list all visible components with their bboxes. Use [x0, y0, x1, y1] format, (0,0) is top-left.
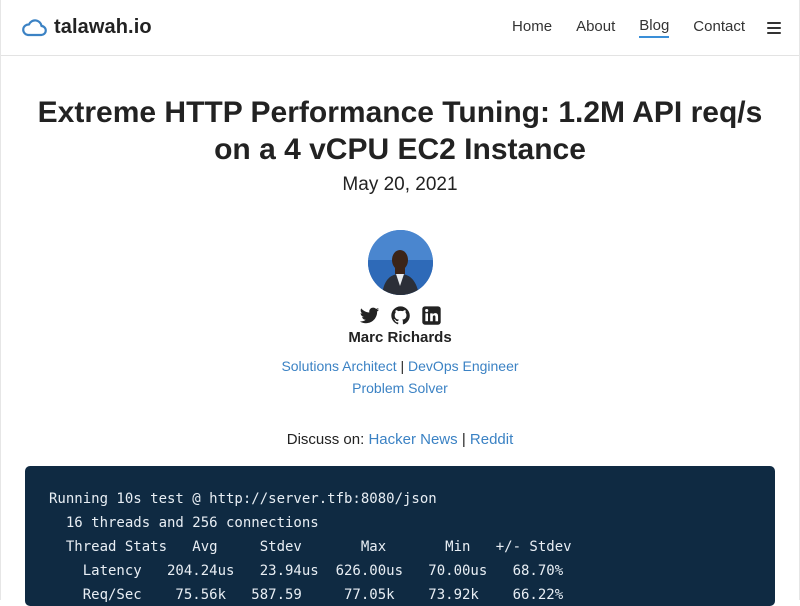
author-avatar: [367, 230, 433, 295]
role-devops-engineer[interactable]: DevOps Engineer: [408, 358, 519, 374]
github-icon[interactable]: [390, 305, 411, 326]
code-line: 16 threads and 256 connections: [49, 515, 319, 531]
code-line: Latency 204.24us 23.94us 626.00us 70.00u…: [49, 563, 564, 579]
discuss-label: Discuss on:: [286, 431, 365, 448]
discuss-line: Discuss on: Hacker News | Reddit: [1, 431, 799, 448]
site-header: talawah.io Home About Blog Contact: [1, 0, 799, 56]
code-block: Running 10s test @ http://server.tfb:808…: [25, 466, 775, 606]
role-problem-solver[interactable]: Problem Solver: [352, 380, 448, 396]
author-name: Marc Richards: [348, 329, 452, 346]
nav-contact[interactable]: Contact: [693, 18, 745, 37]
twitter-icon[interactable]: [359, 305, 380, 326]
role-solutions-architect[interactable]: Solutions Architect: [281, 358, 396, 374]
role-separator: |: [400, 358, 405, 374]
code-output: Running 10s test @ http://server.tfb:808…: [49, 487, 751, 606]
hamburger-menu-icon[interactable]: [767, 21, 781, 34]
author-roles: Solutions Architect | DevOps Engineer Pr…: [1, 355, 799, 399]
brand-name: talawah.io: [54, 16, 152, 38]
hacker-news-link[interactable]: Hacker News: [368, 431, 457, 448]
nav-home[interactable]: Home: [512, 18, 552, 37]
linkedin-icon[interactable]: [421, 305, 442, 326]
discuss-separator: |: [461, 431, 466, 448]
brand-link[interactable]: talawah.io: [21, 16, 152, 39]
post-main: Extreme HTTP Performance Tuning: 1.2M AP…: [1, 94, 799, 606]
reddit-link[interactable]: Reddit: [470, 431, 513, 448]
nav-about[interactable]: About: [576, 18, 615, 37]
post-date: May 20, 2021: [342, 174, 458, 195]
code-line: Thread Stats Avg Stdev Max Min +/- Stdev: [49, 539, 572, 555]
main-nav: Home About Blog Contact: [488, 17, 781, 38]
code-line: Running 10s test @ http://server.tfb:808…: [49, 491, 437, 507]
code-line: Req/Sec 75.56k 587.59 77.05k 73.92k 66.2…: [49, 587, 564, 603]
nav-blog[interactable]: Blog: [639, 17, 670, 38]
post-title: Extreme HTTP Performance Tuning: 1.2M AP…: [37, 96, 763, 166]
cloud-icon: [21, 18, 47, 38]
social-links: [1, 305, 799, 326]
